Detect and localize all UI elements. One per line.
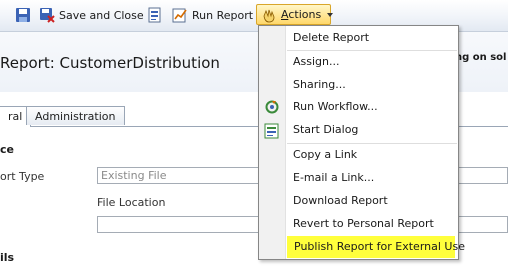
chevron-down-icon: [327, 12, 334, 17]
save-close-icon: [39, 7, 55, 23]
tab-administration[interactable]: Administration: [26, 106, 125, 125]
page-title: Report: CustomerDistribution: [0, 54, 220, 72]
menu-item-assign[interactable]: Assign...: [286, 51, 456, 73]
report-type-field-right: [459, 167, 508, 184]
menu-item-publish-report-external[interactable]: Publish Report for External Use: [287, 236, 465, 258]
save-and-close-button[interactable]: Save and Close: [39, 5, 144, 25]
menu-item-email-link[interactable]: E-mail a Link...: [286, 167, 456, 189]
file-location-field[interactable]: [97, 216, 267, 233]
actions-label: Actions: [281, 8, 322, 21]
report-type-label: ort Type: [0, 170, 45, 183]
run-report-icon: [172, 7, 188, 23]
start-dialog-icon: [264, 123, 280, 139]
tab-general-label: ral: [8, 110, 23, 123]
save-button[interactable]: [15, 5, 31, 25]
menu-item-download-report[interactable]: Download Report: [286, 190, 456, 212]
actions-hand-icon: [261, 7, 277, 23]
run-workflow-icon: [264, 99, 280, 115]
save-icon: [15, 7, 31, 23]
menu-icon-gutter: [259, 26, 286, 259]
save-and-close-label: Save and Close: [59, 8, 144, 22]
menu-item-delete-report[interactable]: Delete Report: [286, 27, 456, 49]
file-location-field-right: [459, 216, 508, 233]
menu-item-copy-link[interactable]: Copy a Link: [286, 144, 456, 166]
header-right-text: ng on sol: [455, 52, 507, 63]
file-location-label: File Location: [97, 196, 166, 209]
report-type-field[interactable]: Existing File: [97, 167, 267, 184]
menu-item-start-dialog[interactable]: Start Dialog: [286, 119, 456, 141]
section-heading-details: ils: [0, 251, 15, 264]
run-report-button[interactable]: Run Report: [172, 5, 253, 25]
tab-administration-label: Administration: [35, 110, 116, 123]
menu-item-revert-personal-report[interactable]: Revert to Personal Report: [286, 213, 456, 235]
menu-item-sharing[interactable]: Sharing...: [286, 74, 456, 96]
section-heading-source: ce: [0, 143, 14, 156]
report-properties-button[interactable]: [147, 5, 163, 25]
report-properties-icon: [147, 7, 163, 23]
actions-button[interactable]: Actions: [256, 4, 334, 25]
menu-item-run-workflow[interactable]: Run Workflow...: [286, 96, 456, 118]
actions-menu: Delete Report Assign... Sharing... Run W…: [258, 25, 465, 260]
run-report-label: Run Report: [192, 8, 254, 22]
